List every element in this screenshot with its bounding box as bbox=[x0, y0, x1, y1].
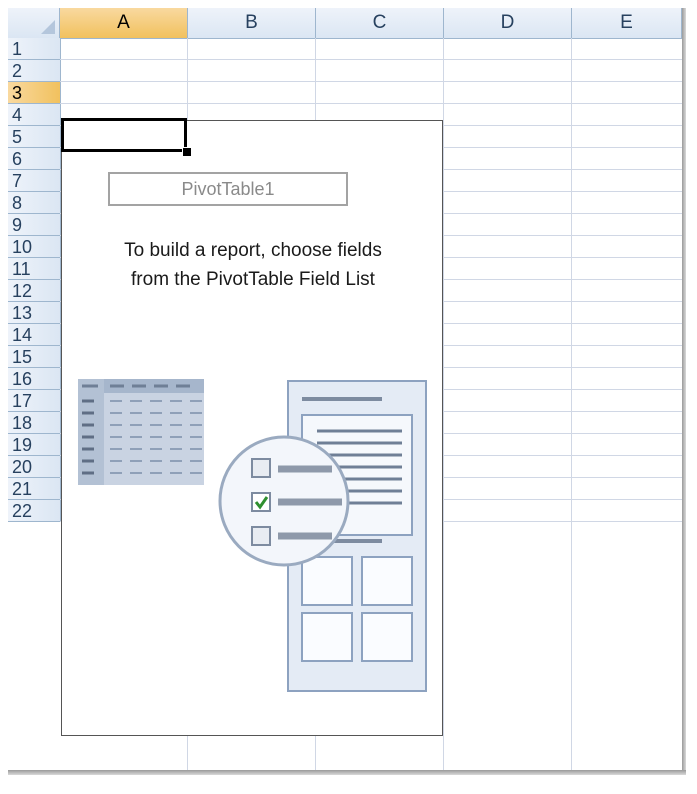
column-header-b[interactable]: B bbox=[188, 8, 316, 38]
row-header-1[interactable]: 1 bbox=[8, 38, 60, 60]
grid-row-line bbox=[60, 103, 682, 104]
row-header-4[interactable]: 4 bbox=[8, 104, 60, 126]
instruction-line-2: from the PivotTable Field List bbox=[131, 269, 375, 290]
row-header-16[interactable]: 16 bbox=[8, 368, 60, 390]
checkbox-checked-icon bbox=[251, 492, 271, 512]
row-header-13[interactable]: 13 bbox=[8, 302, 60, 324]
row-header-20[interactable]: 20 bbox=[8, 456, 60, 478]
checkbox-unchecked-icon bbox=[251, 458, 271, 478]
column-header-d[interactable]: D bbox=[444, 8, 572, 38]
row-header-10[interactable]: 10 bbox=[8, 236, 60, 258]
row-header-15[interactable]: 15 bbox=[8, 346, 60, 368]
row-header-22[interactable]: 22 bbox=[8, 500, 60, 522]
row-header-11[interactable]: 11 bbox=[8, 258, 60, 280]
magnified-checklist-icon bbox=[218, 435, 350, 567]
active-cell-a3[interactable] bbox=[61, 118, 187, 152]
row-header-18[interactable]: 18 bbox=[8, 412, 60, 434]
row-header-8[interactable]: 8 bbox=[8, 192, 60, 214]
select-all-triangle-icon bbox=[41, 20, 55, 34]
instruction-line-1: To build a report, choose fields bbox=[124, 240, 382, 261]
torn-edge-shadow-bottom bbox=[8, 770, 686, 775]
column-header-a[interactable]: A bbox=[60, 8, 188, 38]
grid-row-line bbox=[60, 59, 682, 60]
pivottable-name-label: PivotTable1 bbox=[108, 172, 348, 206]
grid-column-line bbox=[571, 38, 572, 770]
spreadsheet[interactable]: A B C D E 1 2 3 4 5 6 7 8 9 10 11 12 13 … bbox=[8, 8, 682, 770]
row-header-21[interactable]: 21 bbox=[8, 478, 60, 500]
row-header-5[interactable]: 5 bbox=[8, 126, 60, 148]
fill-handle[interactable] bbox=[182, 147, 192, 157]
torn-edge-shadow-right bbox=[682, 8, 686, 774]
row-header-2[interactable]: 2 bbox=[8, 60, 60, 82]
pivottable-placeholder[interactable]: PivotTable1 To build a report, choose fi… bbox=[61, 120, 443, 736]
row-header-14[interactable]: 14 bbox=[8, 324, 60, 346]
pivot-field-list-illustration bbox=[78, 379, 427, 692]
row-header-19[interactable]: 19 bbox=[8, 434, 60, 456]
row-header-6[interactable]: 6 bbox=[8, 148, 60, 170]
checkbox-unchecked-icon bbox=[251, 526, 271, 546]
mini-table-icon bbox=[78, 379, 204, 485]
column-header-bar: A B C D E bbox=[8, 8, 682, 39]
column-header-e[interactable]: E bbox=[572, 8, 682, 38]
grid-row-line bbox=[60, 81, 682, 82]
row-header-12[interactable]: 12 bbox=[8, 280, 60, 302]
row-header-17[interactable]: 17 bbox=[8, 390, 60, 412]
select-all-corner[interactable] bbox=[8, 8, 60, 38]
column-header-c[interactable]: C bbox=[316, 8, 444, 38]
row-header-7[interactable]: 7 bbox=[8, 170, 60, 192]
row-header-9[interactable]: 9 bbox=[8, 214, 60, 236]
pivottable-instructions: To build a report, choose fields from th… bbox=[62, 236, 444, 294]
row-header-3[interactable]: 3 bbox=[8, 82, 60, 104]
row-header-bar: 1 2 3 4 5 6 7 8 9 10 11 12 13 14 15 16 1… bbox=[8, 38, 61, 522]
